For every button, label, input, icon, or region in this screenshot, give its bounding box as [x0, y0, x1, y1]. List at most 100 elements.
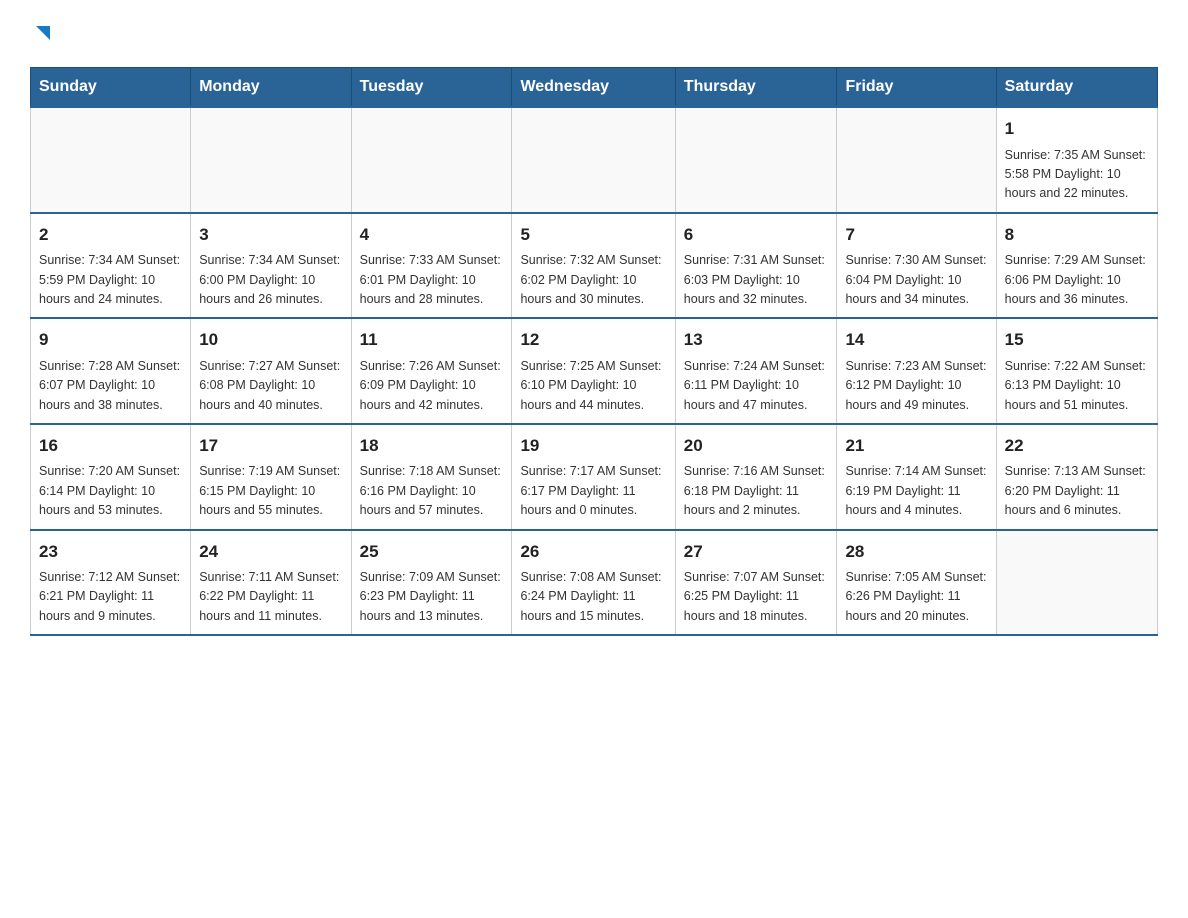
calendar-cell — [837, 107, 996, 213]
day-number: 21 — [845, 433, 987, 459]
calendar-week-2: 2 Sunrise: 7:34 AM Sunset: 5:59 PM Daylig… — [31, 213, 1158, 319]
calendar-week-3: 9 Sunrise: 7:28 AM Sunset: 6:07 PM Daylig… — [31, 318, 1158, 424]
calendar-cell: 6 Sunrise: 7:31 AM Sunset: 6:03 PM Daylig… — [675, 213, 837, 319]
day-info: Sunrise: 7:16 AM Sunset: 6:18 PM Dayligh… — [684, 462, 829, 520]
weekday-header-thursday: Thursday — [675, 68, 837, 108]
day-info: Sunrise: 7:24 AM Sunset: 6:11 PM Dayligh… — [684, 357, 829, 415]
calendar-cell: 17 Sunrise: 7:19 AM Sunset: 6:15 PM Dayli… — [191, 424, 351, 530]
day-info: Sunrise: 7:20 AM Sunset: 6:14 PM Dayligh… — [39, 462, 182, 520]
day-info: Sunrise: 7:18 AM Sunset: 6:16 PM Dayligh… — [360, 462, 504, 520]
day-number: 4 — [360, 222, 504, 248]
day-number: 5 — [520, 222, 666, 248]
calendar-cell: 1 Sunrise: 7:35 AM Sunset: 5:58 PM Daylig… — [996, 107, 1157, 213]
day-info: Sunrise: 7:12 AM Sunset: 6:21 PM Dayligh… — [39, 568, 182, 626]
calendar-cell: 10Sunrise: 7:27 AM Sunset: 6:08 PM Dayli… — [191, 318, 351, 424]
calendar-cell — [512, 107, 675, 213]
day-number: 18 — [360, 433, 504, 459]
calendar-cell: 25 Sunrise: 7:09 AM Sunset: 6:23 PM Dayli… — [351, 530, 512, 636]
day-info: Sunrise: 7:22 AM Sunset: 6:13 PM Dayligh… — [1005, 357, 1149, 415]
day-number: 24 — [199, 539, 342, 565]
calendar-cell — [31, 107, 191, 213]
day-info: Sunrise: 7:11 AM Sunset: 6:22 PM Dayligh… — [199, 568, 342, 626]
calendar-table: SundayMondayTuesdayWednesdayThursdayFrid… — [30, 67, 1158, 636]
day-number: 7 — [845, 222, 987, 248]
weekday-header-tuesday: Tuesday — [351, 68, 512, 108]
calendar-week-1: 1 Sunrise: 7:35 AM Sunset: 5:58 PM Daylig… — [31, 107, 1158, 213]
calendar-cell: 11Sunrise: 7:26 AM Sunset: 6:09 PM Dayli… — [351, 318, 512, 424]
calendar-cell: 14 Sunrise: 7:23 AM Sunset: 6:12 PM Dayli… — [837, 318, 996, 424]
calendar-cell: 22 Sunrise: 7:13 AM Sunset: 6:20 PM Dayli… — [996, 424, 1157, 530]
calendar-cell: 5 Sunrise: 7:32 AM Sunset: 6:02 PM Daylig… — [512, 213, 675, 319]
day-number: 26 — [520, 539, 666, 565]
day-number: 16 — [39, 433, 182, 459]
day-info: Sunrise: 7:09 AM Sunset: 6:23 PM Dayligh… — [360, 568, 504, 626]
calendar-cell: 28 Sunrise: 7:05 AM Sunset: 6:26 PM Dayli… — [837, 530, 996, 636]
day-info: Sunrise: 7:29 AM Sunset: 6:06 PM Dayligh… — [1005, 251, 1149, 309]
day-info: Sunrise: 7:28 AM Sunset: 6:07 PM Dayligh… — [39, 357, 182, 415]
logo-triangle-icon — [32, 22, 54, 44]
day-number: 20 — [684, 433, 829, 459]
calendar-cell — [351, 107, 512, 213]
day-info: Sunrise: 7:08 AM Sunset: 6:24 PM Dayligh… — [520, 568, 666, 626]
calendar-cell: 18 Sunrise: 7:18 AM Sunset: 6:16 PM Dayli… — [351, 424, 512, 530]
day-number: 9 — [39, 327, 182, 353]
day-info: Sunrise: 7:33 AM Sunset: 6:01 PM Dayligh… — [360, 251, 504, 309]
day-info: Sunrise: 7:31 AM Sunset: 6:03 PM Dayligh… — [684, 251, 829, 309]
calendar-cell: 20 Sunrise: 7:16 AM Sunset: 6:18 PM Dayli… — [675, 424, 837, 530]
day-info: Sunrise: 7:25 AM Sunset: 6:10 PM Dayligh… — [520, 357, 666, 415]
calendar-cell: 2 Sunrise: 7:34 AM Sunset: 5:59 PM Daylig… — [31, 213, 191, 319]
day-number: 19 — [520, 433, 666, 459]
weekday-header-monday: Monday — [191, 68, 351, 108]
day-info: Sunrise: 7:35 AM Sunset: 5:58 PM Dayligh… — [1005, 146, 1149, 204]
calendar-cell: 8 Sunrise: 7:29 AM Sunset: 6:06 PM Daylig… — [996, 213, 1157, 319]
calendar-week-4: 16 Sunrise: 7:20 AM Sunset: 6:14 PM Dayli… — [31, 424, 1158, 530]
calendar-cell — [675, 107, 837, 213]
calendar-cell: 9 Sunrise: 7:28 AM Sunset: 6:07 PM Daylig… — [31, 318, 191, 424]
calendar-cell: 24 Sunrise: 7:11 AM Sunset: 6:22 PM Dayli… — [191, 530, 351, 636]
calendar-cell: 13 Sunrise: 7:24 AM Sunset: 6:11 PM Dayli… — [675, 318, 837, 424]
day-number: 6 — [684, 222, 829, 248]
day-number: 17 — [199, 433, 342, 459]
day-info: Sunrise: 7:32 AM Sunset: 6:02 PM Dayligh… — [520, 251, 666, 309]
day-info: Sunrise: 7:19 AM Sunset: 6:15 PM Dayligh… — [199, 462, 342, 520]
day-info: Sunrise: 7:05 AM Sunset: 6:26 PM Dayligh… — [845, 568, 987, 626]
day-number: 12 — [520, 327, 666, 353]
day-number: 13 — [684, 327, 829, 353]
calendar-cell — [996, 530, 1157, 636]
day-number: 28 — [845, 539, 987, 565]
day-number: 15 — [1005, 327, 1149, 353]
day-info: Sunrise: 7:07 AM Sunset: 6:25 PM Dayligh… — [684, 568, 829, 626]
calendar-cell: 4 Sunrise: 7:33 AM Sunset: 6:01 PM Daylig… — [351, 213, 512, 319]
calendar-cell: 27Sunrise: 7:07 AM Sunset: 6:25 PM Dayli… — [675, 530, 837, 636]
calendar-cell: 21 Sunrise: 7:14 AM Sunset: 6:19 PM Dayli… — [837, 424, 996, 530]
logo — [30, 20, 54, 47]
day-info: Sunrise: 7:13 AM Sunset: 6:20 PM Dayligh… — [1005, 462, 1149, 520]
day-info: Sunrise: 7:14 AM Sunset: 6:19 PM Dayligh… — [845, 462, 987, 520]
day-number: 25 — [360, 539, 504, 565]
page-header — [30, 20, 1158, 47]
day-number: 11 — [360, 327, 504, 353]
calendar-cell: 19Sunrise: 7:17 AM Sunset: 6:17 PM Dayli… — [512, 424, 675, 530]
calendar-cell: 23 Sunrise: 7:12 AM Sunset: 6:21 PM Dayli… — [31, 530, 191, 636]
calendar-cell: 26 Sunrise: 7:08 AM Sunset: 6:24 PM Dayli… — [512, 530, 675, 636]
day-number: 3 — [199, 222, 342, 248]
day-info: Sunrise: 7:27 AM Sunset: 6:08 PM Dayligh… — [199, 357, 342, 415]
weekday-header-sunday: Sunday — [31, 68, 191, 108]
day-number: 14 — [845, 327, 987, 353]
calendar-cell — [191, 107, 351, 213]
day-info: Sunrise: 7:34 AM Sunset: 5:59 PM Dayligh… — [39, 251, 182, 309]
day-info: Sunrise: 7:23 AM Sunset: 6:12 PM Dayligh… — [845, 357, 987, 415]
calendar-week-5: 23 Sunrise: 7:12 AM Sunset: 6:21 PM Dayli… — [31, 530, 1158, 636]
calendar-cell: 16 Sunrise: 7:20 AM Sunset: 6:14 PM Dayli… — [31, 424, 191, 530]
day-number: 23 — [39, 539, 182, 565]
weekday-header-saturday: Saturday — [996, 68, 1157, 108]
day-number: 1 — [1005, 116, 1149, 142]
calendar-cell: 12 Sunrise: 7:25 AM Sunset: 6:10 PM Dayli… — [512, 318, 675, 424]
calendar-cell: 15 Sunrise: 7:22 AM Sunset: 6:13 PM Dayli… — [996, 318, 1157, 424]
day-number: 2 — [39, 222, 182, 248]
calendar-cell: 3Sunrise: 7:34 AM Sunset: 6:00 PM Daylig… — [191, 213, 351, 319]
day-number: 22 — [1005, 433, 1149, 459]
weekday-header-row: SundayMondayTuesdayWednesdayThursdayFrid… — [31, 68, 1158, 108]
weekday-header-friday: Friday — [837, 68, 996, 108]
day-number: 8 — [1005, 222, 1149, 248]
